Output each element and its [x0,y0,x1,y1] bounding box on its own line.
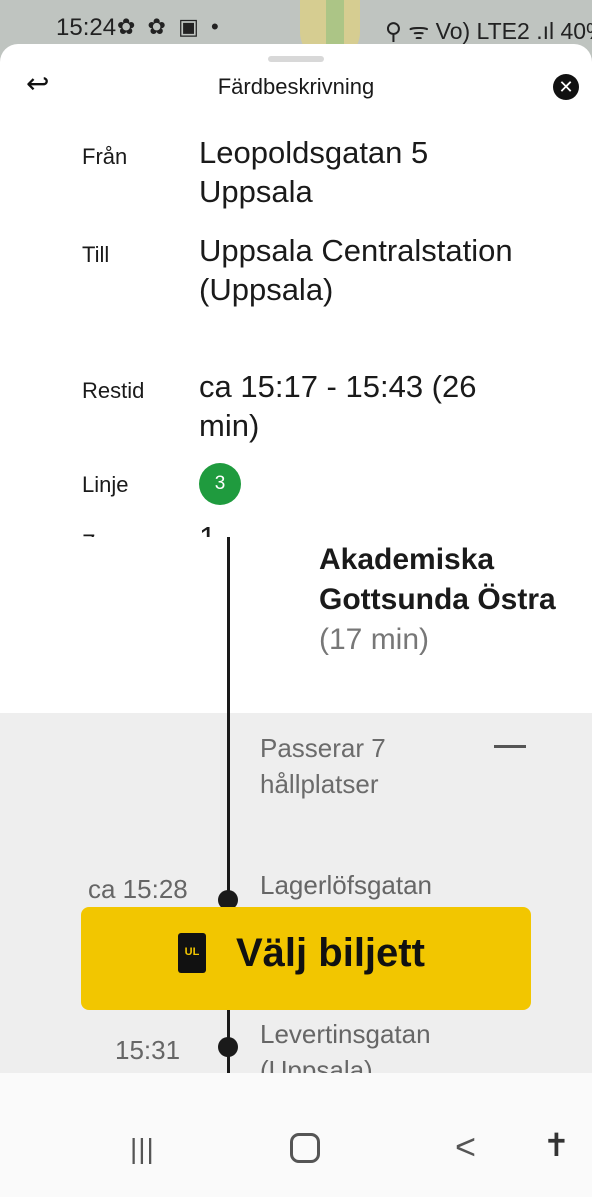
passes-stops-toggle[interactable]: Passerar 7 hållplatser [260,730,480,802]
sheet-title: Färdbeskrivning [217,74,375,99]
recent-apps-icon[interactable]: ||| [130,1133,155,1165]
home-icon[interactable] [290,1133,320,1163]
notification-icons: ✿ ✿ ▣ • [117,14,222,39]
to-label: Till [82,242,110,267]
to-value: Uppsala Centralstation (Uppsala) [199,233,513,307]
stop-time: ca 15:28 [88,874,188,904]
status-time: 15:24 [56,14,117,41]
stop-name: Levertinsgatan (Uppsala) [260,1019,431,1073]
back-icon[interactable]: < [455,1126,476,1168]
collapse-icon[interactable] [494,745,526,748]
line-badge: 3 [199,463,241,505]
select-ticket-button[interactable]: UL Välj biljett [81,907,531,1010]
from-label: Från [82,144,128,169]
ticket-icon: UL [178,933,206,973]
line-label: Linje [82,472,129,497]
destination-name: Akademiska Gottsunda Östra [319,543,556,616]
duration-value: ca 15:17 - 15:43 (26 min) [199,369,477,443]
route-destination: Akademiska Gottsunda Östra (17 min) [319,540,559,660]
stop-dot [218,1037,238,1057]
duration-label: Restid [82,378,145,403]
accessibility-icon[interactable]: ✝ [543,1126,570,1164]
sheet-drag-handle[interactable] [268,56,324,62]
destination-duration: (17 min) [319,623,430,656]
close-icon[interactable]: ✕ [553,74,579,100]
select-ticket-label: Välj biljett [236,931,425,975]
from-value: Leopoldsgatan 5 Uppsala [199,135,429,209]
stop-time: 15:31 [115,1035,181,1065]
system-status-icons: ⚲ ᯤ Vo) LTE2 .ıl 40%▥msta [385,18,592,44]
